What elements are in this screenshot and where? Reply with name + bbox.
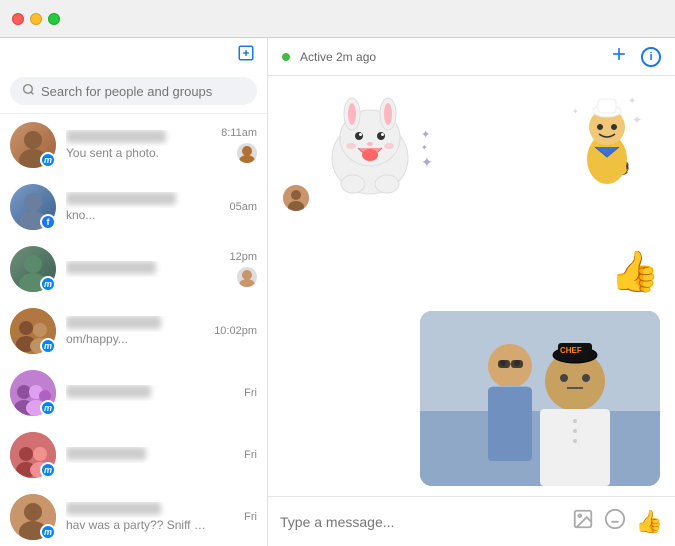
search-icon xyxy=(22,83,35,99)
active-status: Active 2m ago xyxy=(282,50,376,64)
conv-time: 8:11am xyxy=(221,127,257,139)
conv-meta: Fri xyxy=(244,511,257,523)
list-item[interactable]: f kno... 05am xyxy=(0,176,267,238)
add-person-icon[interactable] xyxy=(609,44,629,70)
emoji-icon[interactable] xyxy=(604,508,626,536)
conv-thumb xyxy=(237,267,257,287)
conv-meta: 10:02pm xyxy=(214,325,257,337)
sidebar: m You sent a photo. 8:11am xyxy=(0,38,268,546)
compose-icon[interactable] xyxy=(237,44,255,67)
decorative-row: 🧑 xyxy=(283,219,660,220)
svg-text:✦: ✦ xyxy=(572,107,579,116)
chef-sticker: ✦ ✦ ✦ xyxy=(570,89,645,194)
active-status-text: Active 2m ago xyxy=(300,50,376,64)
list-item[interactable]: m om/happy... 10:02pm xyxy=(0,300,267,362)
conv-meta: 8:11am xyxy=(221,127,257,163)
conv-time: 05am xyxy=(229,201,257,213)
chat-header: Active 2m ago i xyxy=(268,38,675,76)
conv-info: hav was a party?? Sniff s... xyxy=(66,502,238,532)
traffic-lights xyxy=(12,13,60,25)
conv-meta: 05am xyxy=(229,201,257,213)
conv-name xyxy=(66,130,206,146)
conv-preview: You sent a photo. xyxy=(66,146,206,160)
conv-info xyxy=(66,261,223,277)
conv-name xyxy=(66,316,206,332)
photo-attach-icon[interactable] xyxy=(572,508,594,536)
photo-message: CHEF xyxy=(420,311,660,486)
close-button[interactable] xyxy=(12,13,24,25)
conv-preview: om/happy... xyxy=(66,332,206,346)
msg-row-photo: CHEF xyxy=(283,311,660,486)
list-item[interactable]: m You sent a photo. 8:11am xyxy=(0,114,267,176)
active-dot xyxy=(282,53,290,61)
sender-avatar xyxy=(283,185,309,211)
list-item[interactable]: m Fri xyxy=(0,362,267,424)
maximize-button[interactable] xyxy=(48,13,60,25)
conv-info: kno... xyxy=(66,192,223,222)
messenger-badge: m xyxy=(40,276,56,292)
bunny-sticker xyxy=(315,96,425,211)
avatar-wrap: m xyxy=(10,308,56,354)
list-item[interactable]: m Fri xyxy=(0,424,267,486)
sidebar-header xyxy=(0,38,267,69)
msg-row-thumbsup: 👍 xyxy=(283,248,660,295)
conv-name xyxy=(66,192,206,208)
sparkles: ✦ ✦ ✦ xyxy=(421,128,433,171)
chat-area: Active 2m ago i xyxy=(268,38,675,546)
thumbsup-send-icon[interactable]: 👍 xyxy=(636,509,663,535)
avatar-wrap: f xyxy=(10,184,56,230)
avatar-wrap: m xyxy=(10,246,56,292)
messenger-badge: m xyxy=(40,400,56,416)
conv-time: 10:02pm xyxy=(214,325,257,337)
chat-header-actions: i xyxy=(609,44,661,70)
conv-name xyxy=(66,447,206,463)
search-input-wrap xyxy=(10,77,257,105)
conv-name xyxy=(66,261,206,277)
avatar-wrap: m xyxy=(10,494,56,540)
messenger-badge: m xyxy=(40,152,56,168)
conv-name xyxy=(66,385,206,401)
thumbsup-emoji: 👍 xyxy=(610,248,660,295)
message-list: ✦ ✦ ✦ 🧑 xyxy=(268,76,675,496)
main-layout: m You sent a photo. 8:11am xyxy=(0,38,675,546)
info-icon[interactable]: i xyxy=(641,47,661,67)
conv-info xyxy=(66,385,238,401)
conv-meta: Fri xyxy=(244,449,257,461)
conv-name xyxy=(66,502,206,518)
fb-badge: f xyxy=(40,214,56,230)
input-bar: 👍 xyxy=(268,496,675,546)
avatar-wrap: m xyxy=(10,370,56,416)
messenger-badge: m xyxy=(40,524,56,540)
conv-time: 12pm xyxy=(229,251,257,263)
svg-text:CHEF: CHEF xyxy=(560,346,582,355)
avatar-wrap: m xyxy=(10,122,56,168)
conv-time: Fri xyxy=(244,511,257,523)
conv-preview: hav was a party?? Sniff s... xyxy=(66,518,206,532)
list-item[interactable]: m 12pm xyxy=(0,238,267,300)
list-item[interactable]: m hav was a party?? Sniff s... Fri xyxy=(0,486,267,546)
messenger-badge: m xyxy=(40,462,56,478)
conv-meta: 12pm xyxy=(229,251,257,287)
messenger-badge: m xyxy=(40,338,56,354)
conv-meta: Fri xyxy=(244,387,257,399)
conv-time: Fri xyxy=(244,387,257,399)
search-bar xyxy=(0,69,267,114)
conv-thumb xyxy=(237,143,257,163)
search-input[interactable] xyxy=(41,84,245,99)
conversation-list: m You sent a photo. 8:11am xyxy=(0,114,267,546)
conv-preview: kno... xyxy=(66,208,206,222)
conv-info: om/happy... xyxy=(66,316,208,346)
title-bar xyxy=(0,0,675,38)
conv-info: You sent a photo. xyxy=(66,130,215,160)
svg-text:✦: ✦ xyxy=(628,96,636,107)
svg-text:✦: ✦ xyxy=(632,113,642,127)
conv-info xyxy=(66,447,238,463)
minimize-button[interactable] xyxy=(30,13,42,25)
message-input[interactable] xyxy=(280,514,562,530)
conv-time: Fri xyxy=(244,449,257,461)
avatar-wrap: m xyxy=(10,432,56,478)
